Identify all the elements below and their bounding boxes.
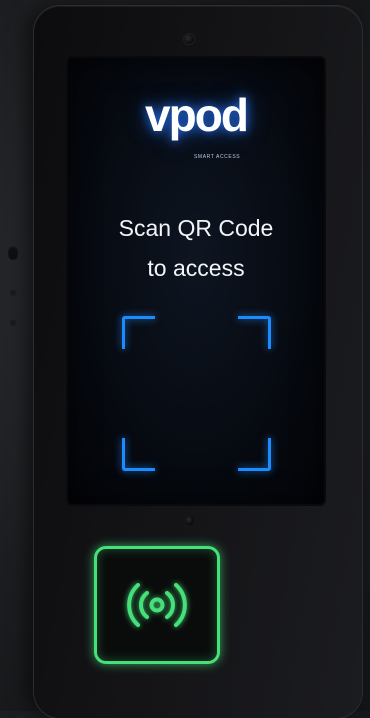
proximity-sensor: [185, 516, 194, 525]
wall-mount-screw: [8, 246, 18, 260]
scan-frame-corner-top-left: [122, 316, 155, 349]
nfc-reader-pad[interactable]: [94, 546, 220, 664]
display-screen: vpod SMART ACCESS Scan QR Code to access: [68, 58, 324, 504]
brand-logo: vpod: [68, 92, 324, 138]
brand-tagline: SMART ACCESS: [194, 154, 241, 160]
brand-name: vpod: [145, 89, 249, 141]
prompt-line-2: to access: [147, 255, 245, 281]
scan-frame-corner-bottom-left: [122, 438, 155, 471]
prompt-line-1: Scan QR Code: [118, 215, 274, 241]
contactless-nfc-icon: [127, 583, 187, 627]
wall-mount-hole: [9, 288, 17, 296]
wall-mount-hole: [9, 318, 17, 326]
scan-prompt: Scan QR Code to access: [68, 208, 324, 288]
scan-frame-corner-bottom-right: [238, 438, 271, 471]
front-camera: [184, 34, 194, 44]
scan-frame-corner-top-right: [238, 316, 271, 349]
